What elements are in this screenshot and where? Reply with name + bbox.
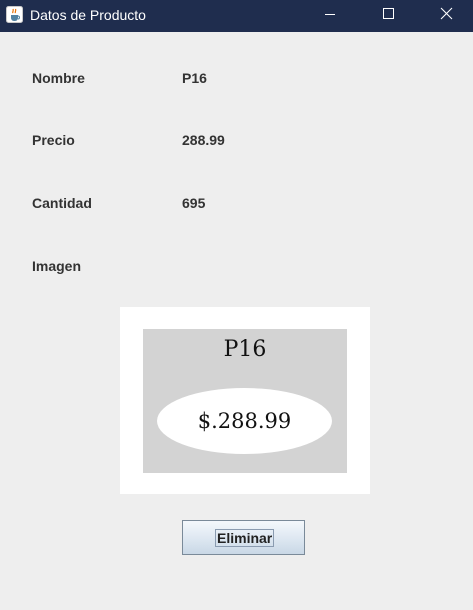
delete-button[interactable]: Eliminar [182, 520, 305, 555]
product-image-name: P16 [223, 337, 267, 362]
imagen-label: Imagen [32, 258, 82, 274]
cantidad-label: Cantidad [32, 195, 92, 211]
focus-indicator: Eliminar [215, 529, 275, 547]
delete-button-label: Eliminar [217, 530, 273, 546]
product-image-price: $.288.99 [197, 409, 292, 433]
precio-label: Precio [32, 132, 75, 148]
close-button[interactable] [423, 0, 469, 32]
nombre-value: P16 [182, 70, 207, 86]
product-image: P16 $.288.99 [120, 307, 370, 494]
java-cup-icon [6, 6, 23, 23]
precio-value: 288.99 [182, 132, 225, 148]
minimize-button[interactable] [307, 0, 353, 32]
product-image-card: P16 $.288.99 [143, 329, 347, 473]
cantidad-value: 695 [182, 195, 206, 211]
nombre-label: Nombre [32, 70, 85, 86]
maximize-button[interactable] [365, 0, 411, 32]
price-oval: $.288.99 [157, 388, 332, 454]
title-bar[interactable]: Datos de Producto [0, 0, 473, 32]
product-details-window: Datos de Producto Nombre P16 Precio 288.… [0, 0, 473, 610]
window-title: Datos de Producto [30, 7, 146, 23]
